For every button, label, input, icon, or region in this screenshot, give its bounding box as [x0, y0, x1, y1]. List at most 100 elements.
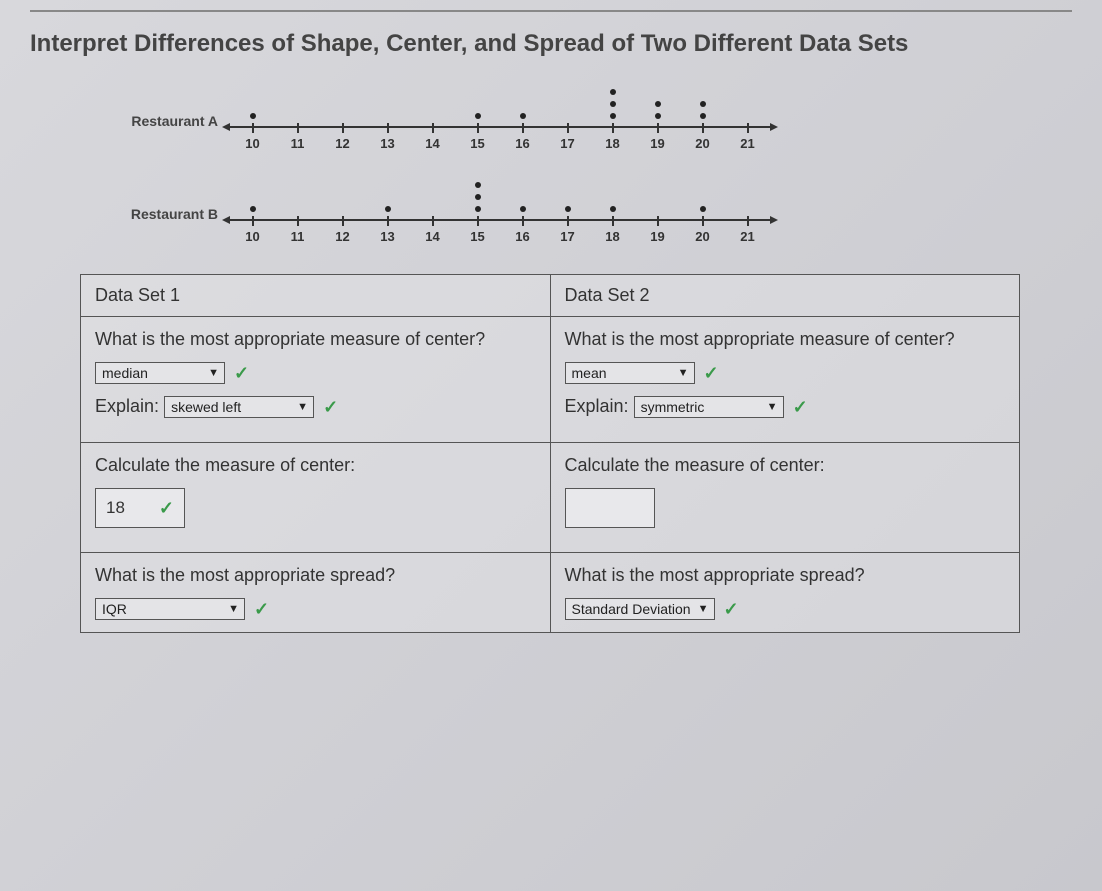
axis-tick: 20 [680, 221, 725, 244]
axis-tick: 16 [500, 221, 545, 244]
data-dot [250, 113, 256, 119]
dotplot-b: 101112131415161718192021 [230, 179, 770, 244]
axis-tick: 14 [410, 221, 455, 244]
axis-tick: 17 [545, 221, 590, 244]
col1-calc-input[interactable]: 18 ✓ [95, 488, 185, 528]
dot-column [500, 86, 545, 126]
axis-tick: 13 [365, 128, 410, 151]
chart-a-label: Restaurant A [120, 113, 230, 151]
data-dot [655, 113, 661, 119]
check-icon: ✓ [793, 397, 808, 418]
dot-column [365, 179, 410, 219]
axis-tick: 12 [320, 221, 365, 244]
dotplot-a: 101112131415161718192021 [230, 86, 770, 151]
check-icon: ✓ [724, 599, 739, 620]
dot-column [680, 86, 725, 126]
axis-tick: 18 [590, 128, 635, 151]
dot-column [455, 86, 500, 126]
check-icon: ✓ [704, 363, 719, 384]
data-dot [475, 194, 481, 200]
data-dot [520, 113, 526, 119]
answers-table: Data Set 1 Data Set 2 What is the most a… [80, 274, 1020, 633]
dot-column [725, 179, 770, 219]
axis-tick: 11 [275, 221, 320, 244]
data-dot [700, 101, 706, 107]
col2-q-calc: Calculate the measure of center: [565, 455, 1006, 476]
check-icon: ✓ [254, 599, 269, 620]
col1-q-spread: What is the most appropriate spread? [95, 565, 536, 586]
axis-tick: 14 [410, 128, 455, 151]
dot-column [590, 86, 635, 126]
data-dot [700, 113, 706, 119]
data-dot [520, 206, 526, 212]
col1-q-center: What is the most appropriate measure of … [95, 329, 536, 350]
col2-calc-input[interactable] [565, 488, 655, 528]
data-dot [610, 113, 616, 119]
axis-tick: 21 [725, 221, 770, 244]
col2-header: Data Set 2 [550, 275, 1020, 317]
chevron-down-icon: ▼ [764, 401, 781, 413]
dot-column [320, 179, 365, 219]
col2-explain-label: Explain: [565, 396, 629, 416]
col2-center-select[interactable]: mean ▼ [565, 362, 695, 384]
axis-tick: 18 [590, 221, 635, 244]
dot-column [545, 86, 590, 126]
chevron-down-icon: ▼ [675, 367, 692, 379]
check-icon: ✓ [159, 498, 174, 519]
col1-center-select[interactable]: median ▼ [95, 362, 225, 384]
dot-column [635, 179, 680, 219]
data-dot [475, 182, 481, 188]
chevron-down-icon: ▼ [205, 367, 222, 379]
chevron-down-icon: ▼ [294, 401, 311, 413]
axis-tick: 19 [635, 221, 680, 244]
dot-column [500, 179, 545, 219]
check-icon: ✓ [323, 397, 338, 418]
dot-column [455, 179, 500, 219]
dot-column [275, 179, 320, 219]
chevron-down-icon: ▼ [225, 603, 242, 615]
data-dot [475, 113, 481, 119]
col2-q-spread: What is the most appropriate spread? [565, 565, 1006, 586]
dot-column [680, 179, 725, 219]
col2-q-center: What is the most appropriate measure of … [565, 329, 1006, 350]
dot-column [275, 86, 320, 126]
axis-tick: 11 [275, 128, 320, 151]
chevron-down-icon: ▼ [695, 603, 712, 615]
dot-column [410, 86, 455, 126]
axis-tick: 15 [455, 128, 500, 151]
data-dot [655, 101, 661, 107]
col2-spread-select[interactable]: Standard Deviation ▼ [565, 598, 715, 620]
dot-column [230, 86, 275, 126]
dot-column [545, 179, 590, 219]
axis-tick: 15 [455, 221, 500, 244]
dot-column [725, 86, 770, 126]
col1-header: Data Set 1 [81, 275, 551, 317]
axis-tick: 10 [230, 128, 275, 151]
dot-column [365, 86, 410, 126]
dotplots-area: Restaurant A 101112131415161718192021 Re… [120, 86, 1072, 244]
col1-q-calc: Calculate the measure of center: [95, 455, 536, 476]
col1-explain-label: Explain: [95, 396, 159, 416]
data-dot [475, 206, 481, 212]
data-dot [610, 89, 616, 95]
axis-tick: 12 [320, 128, 365, 151]
data-dot [250, 206, 256, 212]
data-dot [700, 206, 706, 212]
check-icon: ✓ [234, 363, 249, 384]
axis-tick: 17 [545, 128, 590, 151]
dot-column [590, 179, 635, 219]
data-dot [565, 206, 571, 212]
col1-spread-select[interactable]: IQR ▼ [95, 598, 245, 620]
page-title: Interpret Differences of Shape, Center, … [30, 30, 1072, 58]
col1-explain-select[interactable]: skewed left ▼ [164, 396, 314, 418]
axis-tick: 10 [230, 221, 275, 244]
dot-column [320, 86, 365, 126]
chart-b-label: Restaurant B [120, 206, 230, 244]
axis-tick: 13 [365, 221, 410, 244]
dot-column [410, 179, 455, 219]
dot-column [635, 86, 680, 126]
axis-tick: 16 [500, 128, 545, 151]
data-dot [610, 206, 616, 212]
col2-explain-select[interactable]: symmetric ▼ [634, 396, 784, 418]
dot-column [230, 179, 275, 219]
